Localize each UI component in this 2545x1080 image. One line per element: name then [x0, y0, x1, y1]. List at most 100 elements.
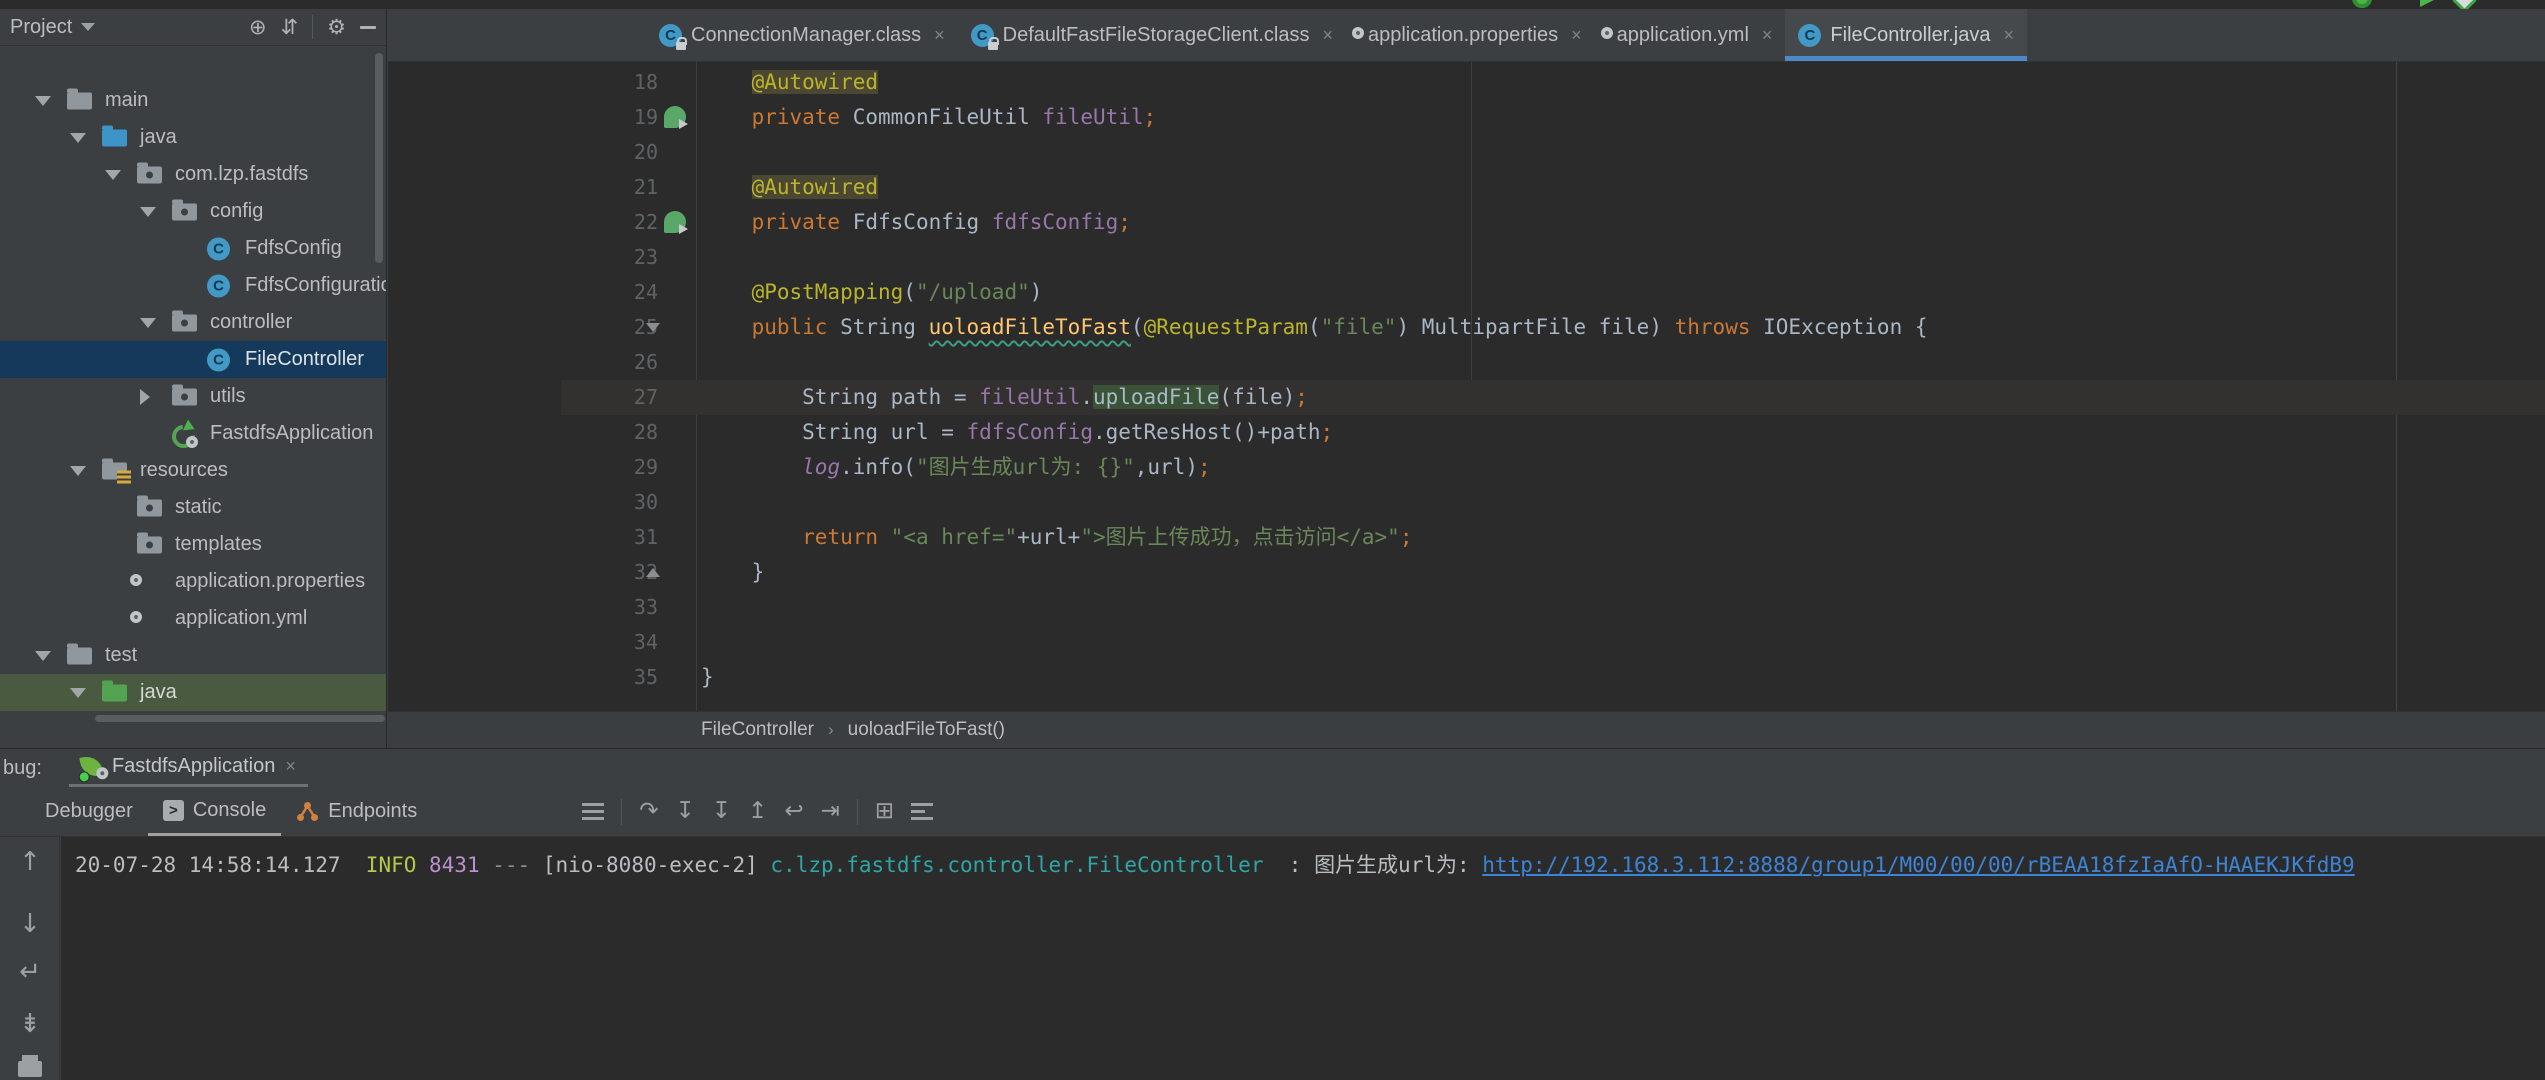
tree-item-resources[interactable]: resources [0, 452, 386, 489]
code-line-18[interactable]: 18 @Autowired [388, 65, 2545, 100]
code-line-27[interactable]: 27 String path = fileUtil.uploadFile(fil… [388, 380, 2545, 415]
tab-console[interactable]: >Console [148, 787, 281, 836]
code-line-29[interactable]: 29 log.info("图片生成url为: {}",url); [388, 450, 2545, 485]
down-stack-icon[interactable]: ↓ [0, 909, 60, 939]
hide-panel-icon[interactable] [360, 26, 376, 29]
collapse-all-icon[interactable]: ⇵ [281, 17, 299, 38]
tree-item-controller[interactable]: controller [0, 304, 386, 341]
step-into-icon[interactable]: ↧ [675, 800, 694, 823]
expanded-chevron-icon[interactable] [35, 651, 51, 661]
tree-item-label: application.yml [175, 600, 307, 637]
tab-connectionmanager-class[interactable]: CConnectionManager.class× [646, 9, 958, 61]
tab-application-yml[interactable]: application.yml× [1595, 9, 1786, 61]
code-line-30[interactable]: 30 [388, 485, 2545, 520]
code-line-25[interactable]: 25 public String uoloadFileToFast(@Reque… [388, 310, 2545, 345]
code-line-22[interactable]: 22 private FdfsConfig fdfsConfig; [388, 205, 2545, 240]
console-output[interactable]: 20-07-28 14:58:14.127 INFO 8431 --- [nio… [61, 837, 2545, 1080]
code-line-text: return "<a href="+url+">图片上传成功，点击访问</a>"… [701, 520, 1413, 555]
tab-debugger[interactable]: Debugger [30, 787, 148, 836]
breadcrumb-method[interactable]: uoloadFileToFast() [848, 719, 1005, 741]
editor-area: CConnectionManager.class×CDefaultFastFil… [388, 9, 2545, 748]
code-editor[interactable]: 18 @Autowired19 private CommonFileUtil f… [388, 62, 2545, 711]
tree-item-test[interactable]: test [0, 637, 386, 674]
debug-header-row: bug: FastdfsApplication × [0, 749, 2545, 787]
filter-lines-icon[interactable] [911, 803, 933, 820]
run-to-cursor-icon[interactable]: ⇥ [821, 800, 840, 823]
tree-item-templates[interactable]: templates [0, 526, 386, 563]
expanded-chevron-icon[interactable] [70, 688, 86, 698]
code-line-33[interactable]: 33 [388, 590, 2545, 625]
check-partial-icon[interactable] [2452, 0, 2476, 9]
tree-item-com-lzp-fastdfs[interactable]: com.lzp.fastdfs [0, 156, 386, 193]
tree-item-main[interactable]: main [0, 82, 386, 119]
soft-wrap-icon[interactable]: ↵ [0, 957, 60, 987]
tree-item-application-properties[interactable]: application.properties [0, 563, 386, 600]
console-url-link[interactable]: http://192.168.3.112:8888/group1/M00/00/… [1482, 853, 2354, 877]
code-line-20[interactable]: 20 [388, 135, 2545, 170]
tree-vertical-scrollbar[interactable] [375, 53, 383, 263]
tree-item-config[interactable]: config [0, 193, 386, 230]
expanded-chevron-icon[interactable] [105, 170, 121, 180]
expanded-chevron-icon[interactable] [140, 318, 156, 328]
evaluate-expression-icon[interactable]: ⊞ [875, 800, 894, 823]
code-line-24[interactable]: 24 @PostMapping("/upload") [388, 275, 2545, 310]
menu-lines-icon[interactable] [582, 803, 604, 820]
breadcrumb-class[interactable]: FileController [701, 719, 814, 741]
code-line-21[interactable]: 21 @Autowired [388, 170, 2545, 205]
tree-item-application-yml[interactable]: application.yml [0, 600, 386, 637]
code-line-23[interactable]: 23 [388, 240, 2545, 275]
tree-item-utils[interactable]: utils [0, 378, 386, 415]
tab-endpoints[interactable]: Endpoints [281, 787, 432, 836]
tree-item-java[interactable]: java [0, 119, 386, 156]
tree-item-fastdfsapplication[interactable]: FastdfsApplication [0, 415, 386, 452]
spring-bean-gutter-icon[interactable] [664, 211, 686, 233]
spring-bean-gutter-icon[interactable] [664, 106, 686, 128]
toolbar-separator [621, 799, 622, 825]
fold-region-end-icon[interactable] [646, 568, 660, 577]
expanded-chevron-icon[interactable] [70, 466, 86, 476]
collapsed-chevron-icon[interactable] [140, 389, 150, 405]
tab-application-properties[interactable]: application.properties× [1346, 9, 1595, 61]
code-line-32[interactable]: 32 } [388, 555, 2545, 590]
tree-item-filecontroller[interactable]: CFileController [0, 341, 386, 378]
code-line-19[interactable]: 19 private CommonFileUtil fileUtil; [388, 100, 2545, 135]
force-step-into-icon[interactable]: ↧ [712, 800, 731, 823]
resume-partial-icon[interactable] [2420, 0, 2436, 7]
tree-horizontal-scrollbar[interactable] [95, 715, 385, 722]
fold-region-icon[interactable] [646, 323, 660, 332]
tree-item-static[interactable]: static [0, 489, 386, 526]
close-tab-icon[interactable]: × [2004, 25, 2015, 46]
locate-icon[interactable]: ⊕ [249, 17, 267, 38]
close-tab-icon[interactable]: × [1762, 25, 1773, 46]
up-stack-icon[interactable]: ↑ [0, 847, 60, 877]
code-line-31[interactable]: 31 return "<a href="+url+">图片上传成功，点击访问</… [388, 520, 2545, 555]
code-line-26[interactable]: 26 [388, 345, 2545, 380]
expanded-chevron-icon[interactable] [140, 207, 156, 217]
step-out-icon[interactable]: ↥ [748, 800, 767, 823]
tree-item-fdfsconfiguration[interactable]: CFdfsConfiguration [0, 267, 386, 304]
settings-icon[interactable]: ⚙ [327, 17, 346, 38]
debug-tabs-row: Debugger>ConsoleEndpoints ↷ ↧ ↧ ↥ ↩ ⇥ ⊞ [0, 787, 2545, 837]
print-icon[interactable] [18, 1061, 42, 1077]
code-line-35[interactable]: 35} [388, 660, 2545, 695]
step-over-icon[interactable]: ↷ [639, 800, 658, 823]
tab-defaultfastfilestorageclient-class[interactable]: CDefaultFastFileStorageClient.class× [958, 9, 1346, 61]
scroll-to-end-icon[interactable]: ⇟ [0, 1009, 60, 1039]
tree-item-java[interactable]: java [0, 674, 386, 711]
run-partial-icon[interactable] [2352, 0, 2372, 8]
chevron-down-icon [81, 23, 95, 31]
tab-filecontroller-java[interactable]: CFileController.java× [1785, 9, 2027, 61]
close-icon[interactable]: × [285, 756, 296, 777]
drop-frame-icon[interactable]: ↩ [784, 800, 803, 823]
expanded-chevron-icon[interactable] [35, 96, 51, 106]
expanded-chevron-icon[interactable] [70, 133, 86, 143]
close-tab-icon[interactable]: × [1571, 25, 1582, 46]
code-line-28[interactable]: 28 String url = fdfsConfig.getResHost()+… [388, 415, 2545, 450]
debug-session-tab[interactable]: FastdfsApplication × [69, 749, 308, 787]
project-view-selector[interactable]: Project [10, 16, 72, 39]
breadcrumb-chevron-icon: › [828, 720, 834, 740]
close-tab-icon[interactable]: × [1322, 25, 1333, 46]
tree-item-fdfsconfig[interactable]: CFdfsConfig [0, 230, 386, 267]
close-tab-icon[interactable]: × [934, 25, 945, 46]
code-line-34[interactable]: 34 [388, 625, 2545, 660]
